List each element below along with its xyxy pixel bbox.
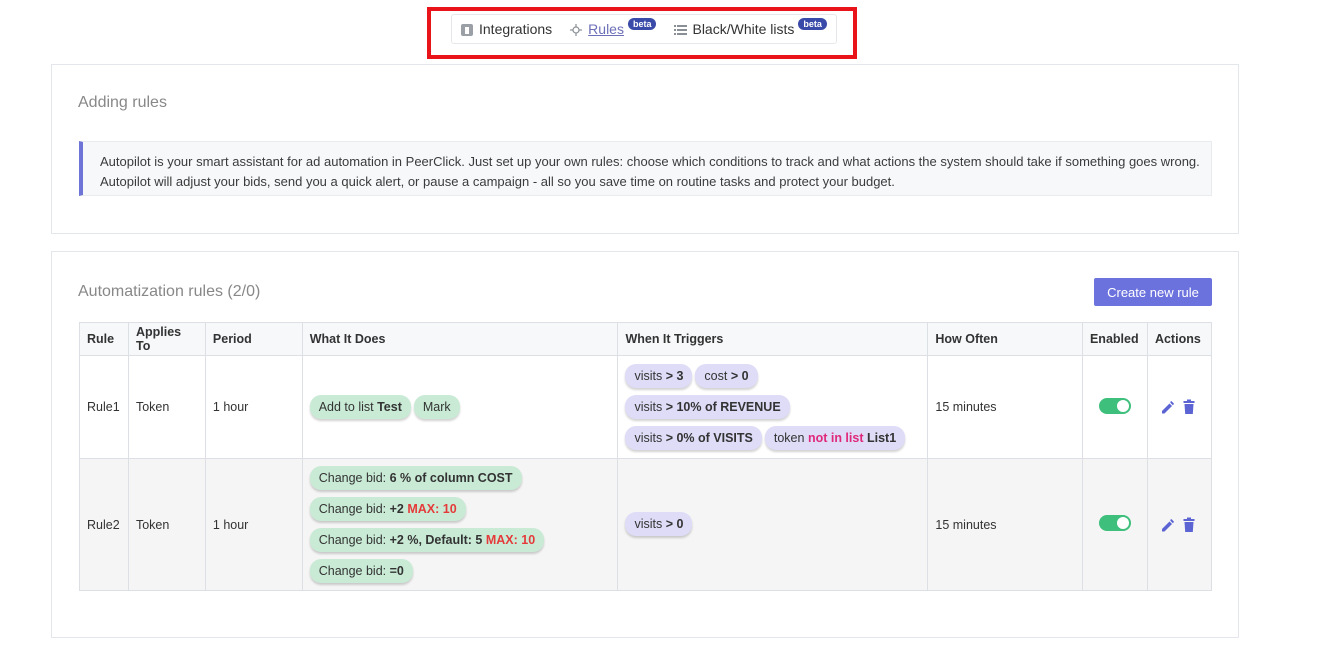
column-header-when-it-triggers[interactable]: When It Triggers	[617, 322, 929, 356]
actions-cell	[1146, 355, 1213, 459]
rule-name-cell: Rule1	[79, 355, 129, 459]
action-chip: Add to list Test	[309, 394, 411, 419]
edit-pencil-icon[interactable]	[1160, 517, 1174, 533]
action-chip: Mark	[413, 394, 460, 419]
column-header-what-it-does[interactable]: What It Does	[301, 322, 619, 356]
adding-rules-title: Adding rules	[78, 94, 167, 111]
nav-item-rules-label: Rules	[588, 21, 624, 37]
table-header-row: Rule Applies To Period What It Does When…	[79, 322, 1213, 356]
applies-to-cell: Token	[127, 458, 206, 591]
automatization-rules-title: Automatization rules (2/0)	[78, 283, 261, 300]
beta-badge: beta	[627, 18, 657, 30]
condition-chip: token not in list List1	[764, 425, 906, 450]
actions-cell	[1146, 458, 1213, 591]
info-text-line-1: Autopilot is your smart assistant for ad…	[100, 154, 1200, 169]
condition-chip: visits > 0	[625, 512, 693, 536]
when-it-triggers-cell: visits > 0	[617, 458, 929, 591]
when-it-triggers-cell: visits > 3 cost > 0 visits > 10% of REVE…	[617, 355, 929, 459]
applies-to-cell: Token	[127, 355, 206, 459]
action-chip: Change bid: 6 % of column COST	[309, 465, 522, 490]
condition-chip: visits > 10% of REVENUE	[625, 394, 790, 419]
how-often-cell: 15 minutes	[927, 458, 1083, 591]
table-row: Rule1 Token 1 hour Add to list Test Mark…	[79, 355, 1213, 459]
action-chip: Change bid: +2 MAX: 10	[309, 496, 466, 521]
enabled-toggle[interactable]	[1098, 515, 1131, 531]
enabled-cell	[1081, 458, 1148, 591]
rule-name-cell: Rule2	[79, 458, 129, 591]
period-cell: 1 hour	[204, 355, 303, 459]
list-icon	[674, 23, 688, 35]
nav-item-black-white-lists[interactable]: Black/White lists beta	[674, 18, 827, 37]
enabled-cell	[1081, 355, 1148, 459]
column-header-period[interactable]: Period	[204, 322, 303, 356]
rules-crosshair-icon	[570, 23, 583, 36]
table-row: Rule2 Token 1 hour Change bid: 6 % of co…	[79, 458, 1213, 591]
nav-item-black-white-lists-label: Black/White lists	[692, 21, 795, 37]
action-chip: Change bid: =0	[309, 558, 413, 583]
nav-item-integrations[interactable]: Integrations	[461, 21, 552, 37]
condition-chip: cost > 0	[695, 363, 758, 388]
nav-item-integrations-label: Integrations	[479, 21, 553, 37]
create-new-rule-button[interactable]: Create new rule	[1094, 278, 1212, 306]
how-often-cell: 15 minutes	[927, 355, 1083, 459]
column-header-actions[interactable]: Actions	[1146, 322, 1213, 356]
autopilot-info-box: Autopilot is your smart assistant for ad…	[79, 141, 1212, 196]
condition-chip: visits > 3	[625, 363, 693, 388]
nav-item-rules[interactable]: Rules beta	[570, 18, 657, 37]
period-cell: 1 hour	[204, 458, 303, 591]
column-header-how-often[interactable]: How Often	[927, 322, 1083, 356]
rules-table: Rule Applies To Period What It Does When…	[79, 322, 1213, 591]
what-it-does-cell: Change bid: 6 % of column COST Change bi…	[301, 458, 619, 591]
column-header-rule[interactable]: Rule	[79, 322, 129, 356]
delete-trash-icon[interactable]	[1182, 517, 1196, 533]
beta-badge: beta	[798, 18, 827, 30]
action-chip: Change bid: +2 %, Default: 5 MAX: 10	[309, 527, 545, 552]
adding-rules-panel: Adding rules Autopilot is your smart ass…	[51, 64, 1239, 234]
column-header-enabled[interactable]: Enabled	[1081, 322, 1148, 356]
top-nav: Integrations Rules beta Black/White list…	[451, 14, 837, 44]
edit-pencil-icon[interactable]	[1160, 399, 1174, 415]
condition-chip: visits > 0% of VISITS	[625, 425, 762, 450]
delete-trash-icon[interactable]	[1182, 399, 1196, 415]
info-text-line-2: Autopilot will adjust your bids, send yo…	[100, 174, 895, 189]
what-it-does-cell: Add to list Test Mark	[301, 355, 619, 459]
automatization-rules-panel: Automatization rules (2/0) Create new ru…	[51, 251, 1239, 638]
integrations-icon	[461, 23, 473, 36]
enabled-toggle[interactable]	[1098, 397, 1131, 414]
column-header-applies-to[interactable]: Applies To	[127, 322, 206, 356]
